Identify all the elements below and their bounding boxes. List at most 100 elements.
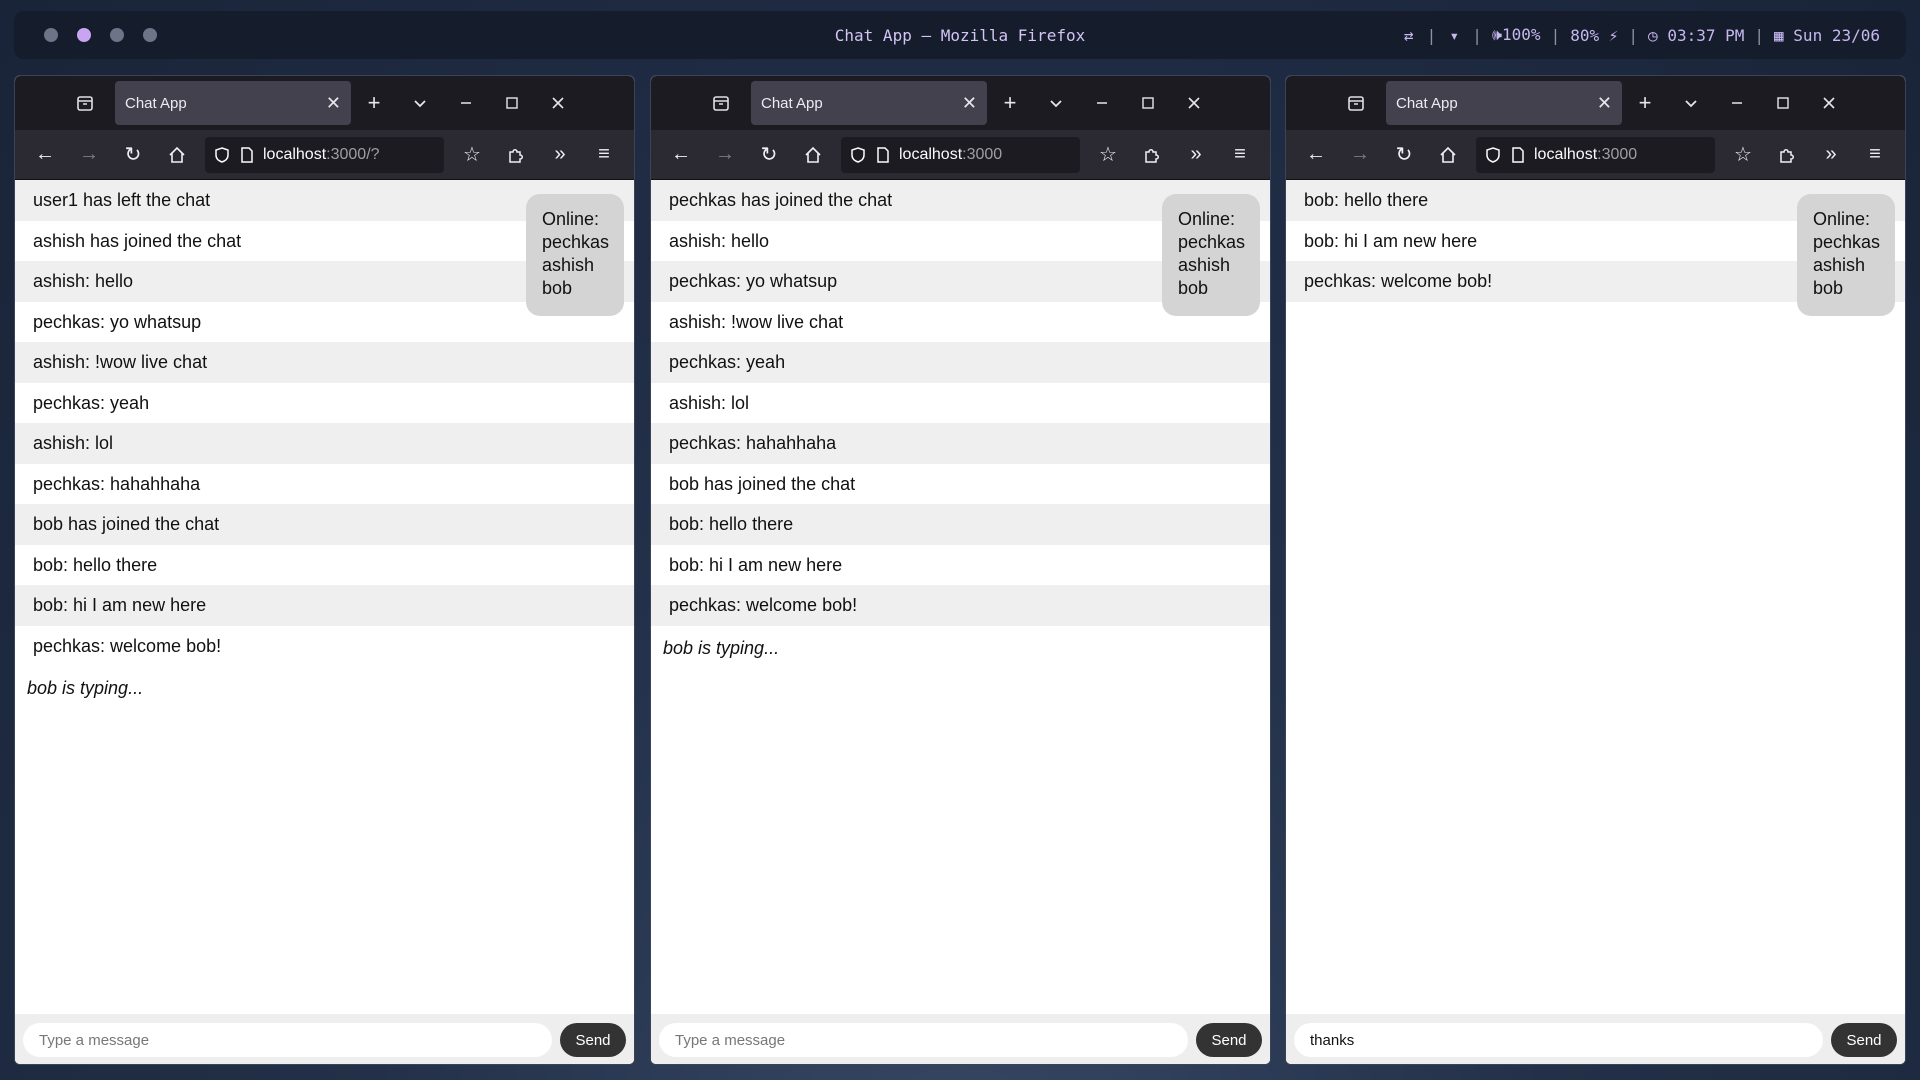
workspace-dot-4[interactable] [143, 28, 157, 42]
extensions-button[interactable] [494, 137, 538, 173]
close-window-button[interactable] [535, 83, 581, 123]
bookmark-button[interactable]: ☆ [450, 137, 494, 173]
page-icon[interactable] [875, 146, 891, 164]
page-icon[interactable] [239, 146, 255, 164]
workspace-dot-1[interactable] [44, 28, 58, 42]
bookmark-button[interactable]: ☆ [1721, 137, 1765, 173]
new-tab-button[interactable]: + [1622, 83, 1668, 123]
online-user: ashish [542, 255, 595, 275]
home-button[interactable] [791, 137, 835, 173]
message-input[interactable] [1294, 1023, 1823, 1057]
reload-icon: ↻ [1395, 144, 1413, 166]
firefox-view-icon [77, 96, 93, 111]
back-button[interactable]: ← [1294, 137, 1338, 173]
chat-message: ashish: !wow live chat [15, 342, 634, 383]
minimize-button[interactable] [1079, 83, 1125, 123]
workspace-dot-3[interactable] [110, 28, 124, 42]
app-menu-button[interactable]: ≡ [1853, 137, 1897, 173]
browser-tab[interactable]: Chat App ✕ [751, 81, 987, 125]
send-button[interactable]: Send [1831, 1023, 1897, 1057]
chat-message: bob has joined the chat [15, 504, 634, 545]
tab-close-icon[interactable]: ✕ [326, 93, 341, 114]
forward-button[interactable]: → [1338, 137, 1382, 173]
online-user: pechkas [1178, 232, 1246, 252]
message-input[interactable] [23, 1023, 552, 1057]
close-window-button[interactable] [1806, 83, 1852, 123]
clock-icon: ◷ [1648, 25, 1658, 45]
volume-status[interactable]: 🕪100% [1492, 25, 1541, 45]
reload-button[interactable]: ↻ [111, 137, 155, 173]
tab-close-icon[interactable]: ✕ [962, 93, 977, 114]
firefox-view-button[interactable] [65, 83, 105, 123]
calendar[interactable]: ▦ Sun 23/06 [1774, 26, 1880, 45]
reload-button[interactable]: ↻ [1382, 137, 1426, 173]
send-button[interactable]: Send [1196, 1023, 1262, 1057]
send-button[interactable]: Send [560, 1023, 626, 1057]
hamburger-icon: ≡ [1869, 143, 1881, 165]
star-icon: ☆ [1734, 144, 1752, 166]
shield-icon[interactable] [1484, 146, 1502, 164]
online-user: bob [1813, 278, 1844, 298]
online-user: bob [1178, 278, 1209, 298]
reload-button[interactable]: ↻ [747, 137, 791, 173]
back-button[interactable]: ← [23, 137, 67, 173]
overflow-button[interactable]: » [1809, 137, 1853, 173]
star-icon: ☆ [1099, 144, 1117, 166]
maximize-button[interactable] [1125, 83, 1171, 123]
new-tab-button[interactable]: + [351, 83, 397, 123]
close-window-button[interactable] [1171, 83, 1217, 123]
battery-status[interactable]: 80% ⚡ [1570, 26, 1618, 45]
list-all-tabs-button[interactable] [1033, 83, 1079, 123]
wifi-icon[interactable]: ▾ [1446, 26, 1462, 45]
clock[interactable]: ◷ 03:37 PM [1648, 26, 1744, 45]
message-input[interactable] [659, 1023, 1188, 1057]
online-users-panel: Online: pechkas ashish bob [1797, 194, 1895, 316]
network-switch-icon[interactable]: ⇄ [1401, 26, 1417, 45]
maximize-button[interactable] [489, 83, 535, 123]
time-label: 03:37 PM [1667, 25, 1745, 45]
forward-button[interactable]: → [67, 137, 111, 173]
puzzle-icon [1780, 148, 1794, 163]
maximize-button[interactable] [1760, 83, 1806, 123]
online-user: pechkas [1813, 232, 1881, 252]
forward-button[interactable]: → [703, 137, 747, 173]
url-bar[interactable]: localhost:3000 [841, 136, 1080, 173]
url-text[interactable]: localhost:3000 [1534, 146, 1637, 164]
minimize-button[interactable] [443, 83, 489, 123]
url-text[interactable]: localhost:3000/? [263, 146, 380, 164]
page-icon[interactable] [1510, 146, 1526, 164]
minimize-icon [1732, 102, 1742, 104]
list-all-tabs-button[interactable] [397, 83, 443, 123]
chat-page: bob: hello there bob: hi I am new here pec… [1286, 180, 1905, 1064]
browser-tab[interactable]: Chat App ✕ [115, 81, 351, 125]
overflow-button[interactable]: » [1174, 137, 1218, 173]
url-bar[interactable]: localhost:3000/? [205, 136, 444, 173]
bookmark-button[interactable]: ☆ [1086, 137, 1130, 173]
url-path: :3000/? [326, 145, 380, 163]
firefox-view-button[interactable] [1336, 83, 1376, 123]
home-button[interactable] [155, 137, 199, 173]
message-composer: Send [651, 1014, 1270, 1064]
workspace-dot-2[interactable] [77, 28, 91, 42]
overflow-button[interactable]: » [538, 137, 582, 173]
home-button[interactable] [1426, 137, 1470, 173]
tab-title: Chat App [1396, 94, 1458, 112]
extensions-button[interactable] [1765, 137, 1809, 173]
hamburger-icon: ≡ [598, 143, 610, 165]
extensions-button[interactable] [1130, 137, 1174, 173]
top-status-bar: Chat App — Mozilla Firefox ⇄ | ▾ | 🕪100%… [14, 11, 1906, 59]
browser-tab[interactable]: Chat App ✕ [1386, 81, 1622, 125]
app-menu-button[interactable]: ≡ [582, 137, 626, 173]
new-tab-button[interactable]: + [987, 83, 1033, 123]
url-text[interactable]: localhost:3000 [899, 146, 1002, 164]
shield-icon[interactable] [213, 146, 231, 164]
back-button[interactable]: ← [659, 137, 703, 173]
list-all-tabs-button[interactable] [1668, 83, 1714, 123]
url-bar[interactable]: localhost:3000 [1476, 136, 1715, 173]
tab-close-icon[interactable]: ✕ [1597, 93, 1612, 114]
firefox-view-button[interactable] [701, 83, 741, 123]
online-user: ashish [1178, 255, 1231, 275]
app-menu-button[interactable]: ≡ [1218, 137, 1262, 173]
shield-icon[interactable] [849, 146, 867, 164]
minimize-button[interactable] [1714, 83, 1760, 123]
